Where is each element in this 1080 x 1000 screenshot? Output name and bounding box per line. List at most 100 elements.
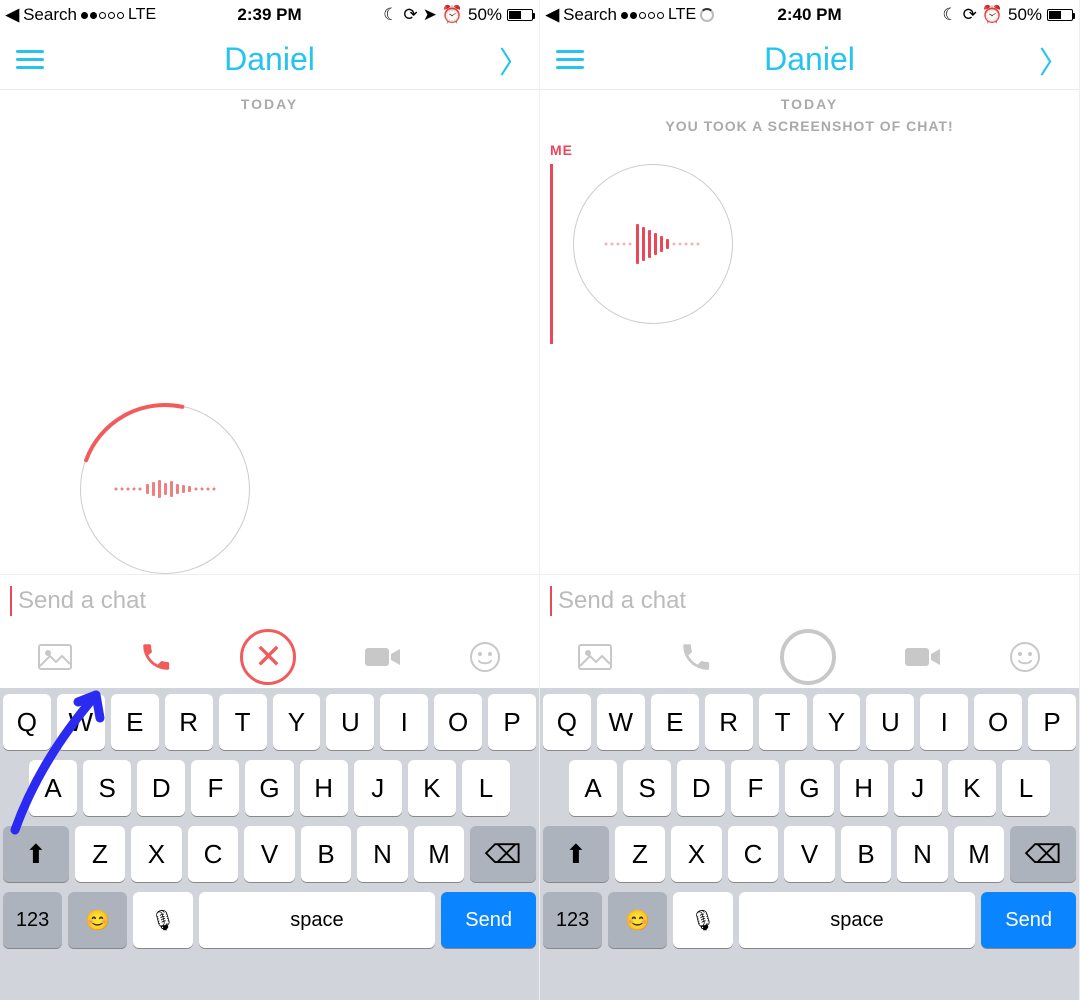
key-g[interactable]: G bbox=[245, 760, 293, 816]
back-to-app-label[interactable]: ◀ bbox=[546, 5, 559, 25]
key-s[interactable]: S bbox=[83, 760, 131, 816]
key-i[interactable]: I bbox=[920, 694, 968, 750]
sticker-icon[interactable] bbox=[1009, 641, 1041, 673]
sticker-icon[interactable] bbox=[469, 641, 501, 673]
key-e[interactable]: E bbox=[111, 694, 159, 750]
key-g[interactable]: G bbox=[785, 760, 833, 816]
key-i[interactable]: I bbox=[380, 694, 428, 750]
key-y[interactable]: Y bbox=[273, 694, 321, 750]
key-y[interactable]: Y bbox=[813, 694, 861, 750]
key-k[interactable]: K bbox=[408, 760, 456, 816]
video-icon[interactable] bbox=[364, 645, 402, 669]
key-🎙[interactable]: 🎙 bbox=[133, 892, 192, 948]
key-o[interactable]: O bbox=[974, 694, 1022, 750]
key-⬆[interactable]: ⬆ bbox=[3, 826, 69, 882]
cancel-record-button[interactable]: ✕ bbox=[240, 629, 296, 685]
key-🎙[interactable]: 🎙 bbox=[673, 892, 732, 948]
key-m[interactable]: M bbox=[414, 826, 465, 882]
key-u[interactable]: U bbox=[866, 694, 914, 750]
key-⌫[interactable]: ⌫ bbox=[1010, 826, 1076, 882]
key-d[interactable]: D bbox=[677, 760, 725, 816]
key-z[interactable]: Z bbox=[75, 826, 126, 882]
key-r[interactable]: R bbox=[705, 694, 753, 750]
key-e[interactable]: E bbox=[651, 694, 699, 750]
key-r[interactable]: R bbox=[165, 694, 213, 750]
chat-input-row[interactable]: Send a chat bbox=[0, 574, 539, 626]
chevron-right-icon[interactable]: 〉 bbox=[489, 38, 529, 82]
call-icon[interactable] bbox=[139, 640, 173, 674]
key-q[interactable]: Q bbox=[543, 694, 591, 750]
key-z[interactable]: Z bbox=[615, 826, 666, 882]
key-b[interactable]: B bbox=[301, 826, 352, 882]
key-s[interactable]: S bbox=[623, 760, 671, 816]
key-v[interactable]: V bbox=[784, 826, 835, 882]
menu-icon[interactable] bbox=[550, 44, 590, 75]
key-f[interactable]: F bbox=[731, 760, 779, 816]
key-t[interactable]: T bbox=[759, 694, 807, 750]
voice-note-bubble[interactable] bbox=[573, 164, 733, 324]
text-cursor bbox=[550, 586, 552, 616]
key-⌫[interactable]: ⌫ bbox=[470, 826, 536, 882]
key-p[interactable]: P bbox=[488, 694, 536, 750]
key-h[interactable]: H bbox=[840, 760, 888, 816]
key-d[interactable]: D bbox=[137, 760, 185, 816]
key-x[interactable]: X bbox=[671, 826, 722, 882]
key-space[interactable]: space bbox=[199, 892, 436, 948]
chat-input-row[interactable]: Send a chat bbox=[540, 574, 1079, 626]
key-f[interactable]: F bbox=[191, 760, 239, 816]
chat-body[interactable]: TODAY YOU TOOK A SCREENSHOT OF CHAT! ME bbox=[540, 90, 1079, 574]
key-n[interactable]: N bbox=[897, 826, 948, 882]
key-w[interactable]: W bbox=[597, 694, 645, 750]
key-123[interactable]: 123 bbox=[543, 892, 602, 948]
key-😊[interactable]: 😊 bbox=[608, 892, 667, 948]
keyboard-row-4: 123😊🎙spaceSend bbox=[543, 892, 1076, 948]
back-to-app-text[interactable]: Search bbox=[563, 5, 617, 25]
key-b[interactable]: B bbox=[841, 826, 892, 882]
key-j[interactable]: J bbox=[354, 760, 402, 816]
back-to-app-text[interactable]: Search bbox=[23, 5, 77, 25]
photo-icon[interactable] bbox=[38, 644, 72, 670]
key-j[interactable]: J bbox=[894, 760, 942, 816]
video-icon[interactable] bbox=[904, 645, 942, 669]
key-o[interactable]: O bbox=[434, 694, 482, 750]
key-x[interactable]: X bbox=[131, 826, 182, 882]
key-space[interactable]: space bbox=[739, 892, 976, 948]
chat-input[interactable]: Send a chat bbox=[18, 587, 529, 615]
key-send[interactable]: Send bbox=[981, 892, 1076, 948]
key-c[interactable]: C bbox=[728, 826, 779, 882]
key-send[interactable]: Send bbox=[441, 892, 536, 948]
key-l[interactable]: L bbox=[462, 760, 510, 816]
chevron-right-icon[interactable]: 〉 bbox=[1029, 38, 1069, 82]
battery-pct-label: 50% bbox=[468, 5, 502, 25]
key-q[interactable]: Q bbox=[3, 694, 51, 750]
menu-icon[interactable] bbox=[10, 44, 50, 75]
key-l[interactable]: L bbox=[1002, 760, 1050, 816]
key-123[interactable]: 123 bbox=[3, 892, 62, 948]
keyboard[interactable]: QWERTYUIOP ASDFGHJKL ⬆ZXCVBNM⌫ 123😊🎙spac… bbox=[0, 688, 539, 1000]
key-p[interactable]: P bbox=[1028, 694, 1076, 750]
key-u[interactable]: U bbox=[326, 694, 374, 750]
key-v[interactable]: V bbox=[244, 826, 295, 882]
battery-icon bbox=[1047, 9, 1073, 21]
keyboard-row-3: ⬆ZXCVBNM⌫ bbox=[3, 826, 536, 882]
key-😊[interactable]: 😊 bbox=[68, 892, 127, 948]
back-to-app-label[interactable]: ◀ bbox=[6, 5, 19, 25]
call-icon[interactable] bbox=[679, 640, 713, 674]
key-m[interactable]: M bbox=[954, 826, 1005, 882]
key-a[interactable]: A bbox=[569, 760, 617, 816]
recording-bubble[interactable] bbox=[80, 404, 250, 574]
key-a[interactable]: A bbox=[29, 760, 77, 816]
key-⬆[interactable]: ⬆ bbox=[543, 826, 609, 882]
key-c[interactable]: C bbox=[188, 826, 239, 882]
key-w[interactable]: W bbox=[57, 694, 105, 750]
key-n[interactable]: N bbox=[357, 826, 408, 882]
chat-body[interactable]: TODAY bbox=[0, 90, 539, 574]
key-t[interactable]: T bbox=[219, 694, 267, 750]
record-button[interactable] bbox=[780, 629, 836, 685]
screen-left: ◀ Search LTE 2:39 PM ☾ ⟳ ➤ ⏰ 50% Daniel … bbox=[0, 0, 540, 1000]
photo-icon[interactable] bbox=[578, 644, 612, 670]
chat-input[interactable]: Send a chat bbox=[558, 587, 1069, 615]
keyboard[interactable]: QWERTYUIOP ASDFGHJKL ⬆ZXCVBNM⌫ 123😊🎙spac… bbox=[540, 688, 1079, 1000]
key-k[interactable]: K bbox=[948, 760, 996, 816]
key-h[interactable]: H bbox=[300, 760, 348, 816]
